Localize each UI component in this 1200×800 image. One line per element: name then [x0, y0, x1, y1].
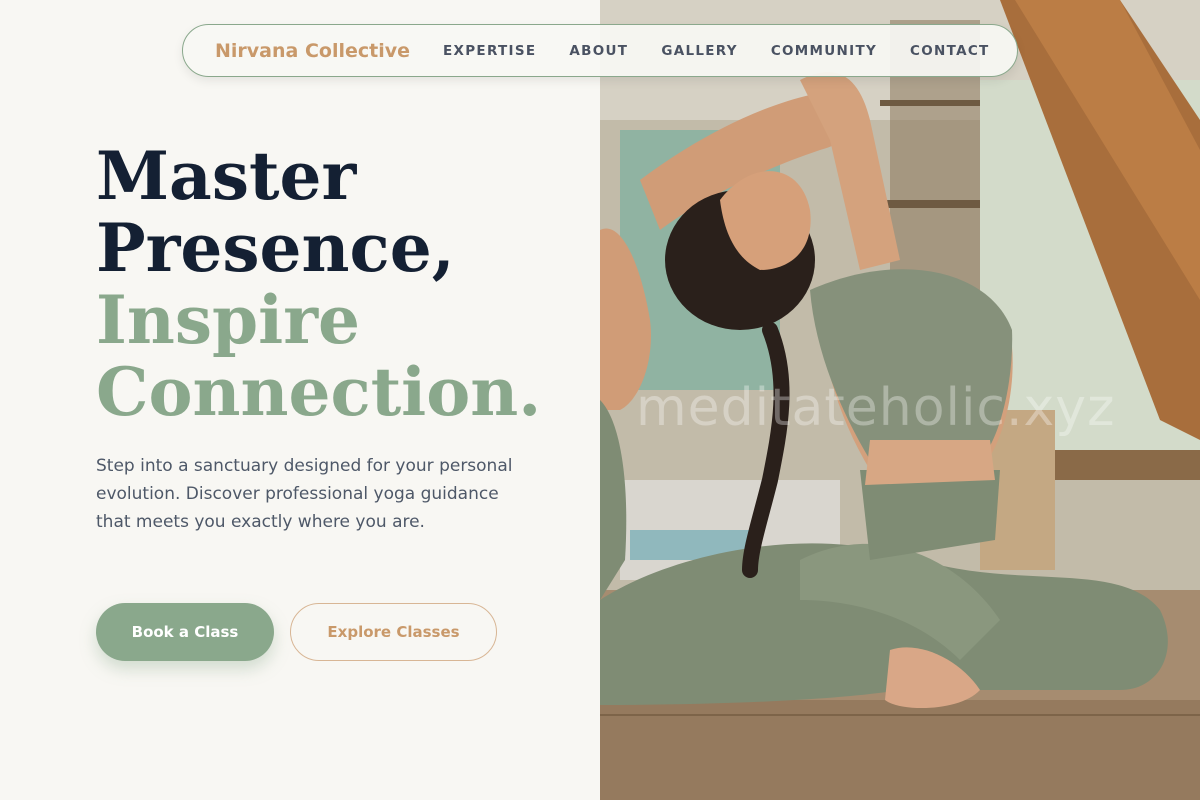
- top-navigation: Nirvana Collective EXPERTISE ABOUT GALLE…: [182, 24, 1018, 77]
- nav-links: EXPERTISE ABOUT GALLERY COMMUNITY CONTAC…: [443, 43, 990, 59]
- book-class-button[interactable]: Book a Class: [96, 603, 274, 661]
- brand-logo-link[interactable]: Nirvana Collective: [215, 40, 410, 62]
- watermark-text: meditateholic.xyz: [636, 378, 1116, 438]
- explore-classes-button[interactable]: Explore Classes: [290, 603, 497, 661]
- headline-line-3: Inspire: [96, 281, 360, 359]
- hero-intro-text: Step into a sanctuary designed for your …: [96, 456, 513, 532]
- nav-link-community[interactable]: COMMUNITY: [771, 43, 877, 59]
- headline-line-1: Master: [96, 137, 357, 215]
- nav-link-expertise[interactable]: EXPERTISE: [443, 43, 536, 59]
- headline-line-4: Connection.: [96, 353, 542, 431]
- nav-link-gallery[interactable]: GALLERY: [661, 43, 738, 59]
- headline-line-2: Presence,: [96, 209, 455, 287]
- nav-link-about[interactable]: ABOUT: [569, 43, 628, 59]
- nav-link-contact[interactable]: CONTACT: [910, 43, 990, 59]
- hero-headline: Master Presence, Inspire Connection.: [96, 140, 541, 428]
